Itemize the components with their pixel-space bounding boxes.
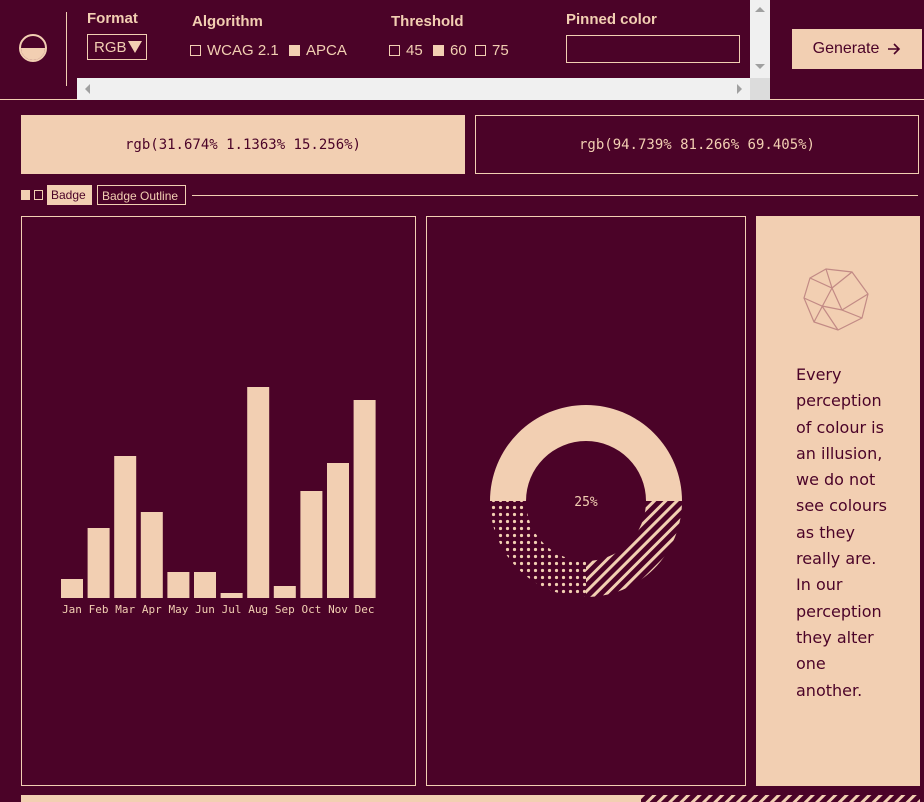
secondary-color-swatch[interactable]: rgb(94.739% 81.266% 69.405%) — [475, 115, 919, 174]
bar-label-dec: Dec — [355, 603, 375, 616]
scrollbar-corner — [750, 78, 770, 100]
donut-chart: 25% — [490, 405, 682, 597]
bottom-swatch-strip — [21, 795, 641, 802]
bar-label-may: May — [168, 603, 188, 616]
polyhedron-icon — [803, 268, 869, 331]
bar-oct — [300, 491, 323, 598]
bar-nov — [327, 463, 349, 598]
bar-label-mar: Mar — [115, 603, 135, 616]
checkbox-60[interactable] — [433, 45, 444, 56]
threshold-option-45[interactable]: 45 — [389, 42, 423, 59]
threshold-option-label: 45 — [406, 42, 423, 59]
bar-label-jun: Jun — [195, 603, 215, 616]
generate-button-label: Generate — [812, 40, 880, 57]
format-select[interactable]: RGB — [87, 34, 147, 60]
checkbox-75[interactable] — [475, 45, 486, 56]
format-title: Format — [87, 10, 138, 27]
generate-button[interactable]: Generate — [792, 29, 922, 69]
checkbox-wcag[interactable] — [190, 45, 201, 56]
primary-color-swatch[interactable]: rgb(31.674% 1.1363% 15.256%) — [21, 115, 465, 174]
badge-divider — [192, 195, 918, 196]
algorithm-option-wcag[interactable]: WCAG 2.1 — [190, 42, 279, 59]
bar-feb — [87, 528, 110, 598]
algorithm-option-label: WCAG 2.1 — [207, 42, 279, 59]
donut-slice-hatched — [586, 501, 682, 597]
badge-outline: Badge Outline — [97, 185, 186, 205]
badge-row: Badge Badge Outline — [21, 185, 918, 205]
scroll-down-icon[interactable] — [755, 64, 765, 69]
bar-jul — [220, 593, 243, 598]
pinned-color-title: Pinned color — [566, 11, 657, 28]
bar-label-apr: Apr — [142, 603, 162, 616]
bar-dec — [353, 400, 376, 598]
donut-slice-dotted — [490, 501, 586, 597]
scroll-left-icon[interactable] — [85, 84, 90, 94]
algorithm-option-apca[interactable]: APCA — [289, 42, 347, 59]
bar-label-oct: Oct — [301, 603, 321, 616]
outline-square-icon — [34, 190, 43, 200]
pinned-color-input[interactable] — [566, 35, 740, 63]
scroll-up-icon[interactable] — [755, 7, 765, 12]
chevron-down-icon — [128, 41, 142, 53]
bar-mar — [114, 456, 137, 598]
algorithm-option-label: APCA — [306, 42, 347, 59]
bar-label-aug: Aug — [248, 603, 268, 616]
bar-label-nov: Nov — [328, 603, 348, 616]
bar-may — [167, 572, 190, 598]
toolbar-divider — [66, 12, 67, 86]
donut-slice-solid — [490, 405, 682, 501]
bar-chart: Jan Feb Mar Apr May Jun Jul Aug Sep Oct Nov Dec — [61, 387, 376, 616]
threshold-option-60[interactable]: 60 — [433, 42, 467, 59]
quote-text: Every perception of colour is an illusio… — [796, 365, 887, 700]
quote-panel: Every perception of colour is an illusio… — [756, 216, 920, 786]
threshold-option-label: 75 — [492, 42, 509, 59]
badge-filled: Badge — [47, 185, 92, 205]
bar-label-jan: Jan — [62, 603, 82, 616]
bar-apr — [140, 512, 163, 598]
threshold-title: Threshold — [391, 13, 464, 30]
bar-aug — [247, 387, 270, 598]
toolbar: Format RGB Algorithm WCAG 2.1 APCA Thres… — [0, 0, 924, 100]
vertical-scrollbar[interactable] — [750, 0, 770, 78]
checkbox-45[interactable] — [389, 45, 400, 56]
bar-label-jul: Jul — [222, 603, 242, 616]
bar-label-feb: Feb — [89, 603, 109, 616]
algorithm-title: Algorithm — [192, 13, 263, 30]
format-select-value: RGB — [94, 39, 127, 56]
arrow-right-icon — [888, 43, 901, 55]
horizontal-scrollbar[interactable] — [77, 78, 750, 100]
bar-label-sep: Sep — [275, 603, 295, 616]
filled-square-icon — [21, 190, 30, 200]
half-circle-icon — [19, 34, 47, 62]
bottom-hatch-strip — [641, 795, 920, 802]
bar-jun — [194, 572, 216, 598]
bar-jan — [61, 579, 83, 598]
bar-chart-panel: Jan Feb Mar Apr May Jun Jul Aug Sep Oct Nov Dec — [21, 216, 416, 786]
scroll-right-icon[interactable] — [737, 84, 742, 94]
threshold-option-75[interactable]: 75 — [475, 42, 509, 59]
primary-color-value: rgb(31.674% 1.1363% 15.256%) — [124, 136, 361, 153]
checkbox-apca[interactable] — [289, 45, 300, 56]
bar-sep — [273, 586, 296, 598]
donut-chart-panel: 25% — [426, 216, 746, 786]
secondary-color-value: rgb(94.739% 81.266% 69.405%) — [578, 136, 815, 153]
threshold-option-label: 60 — [450, 42, 467, 59]
donut-center-label: 25% — [574, 495, 598, 510]
